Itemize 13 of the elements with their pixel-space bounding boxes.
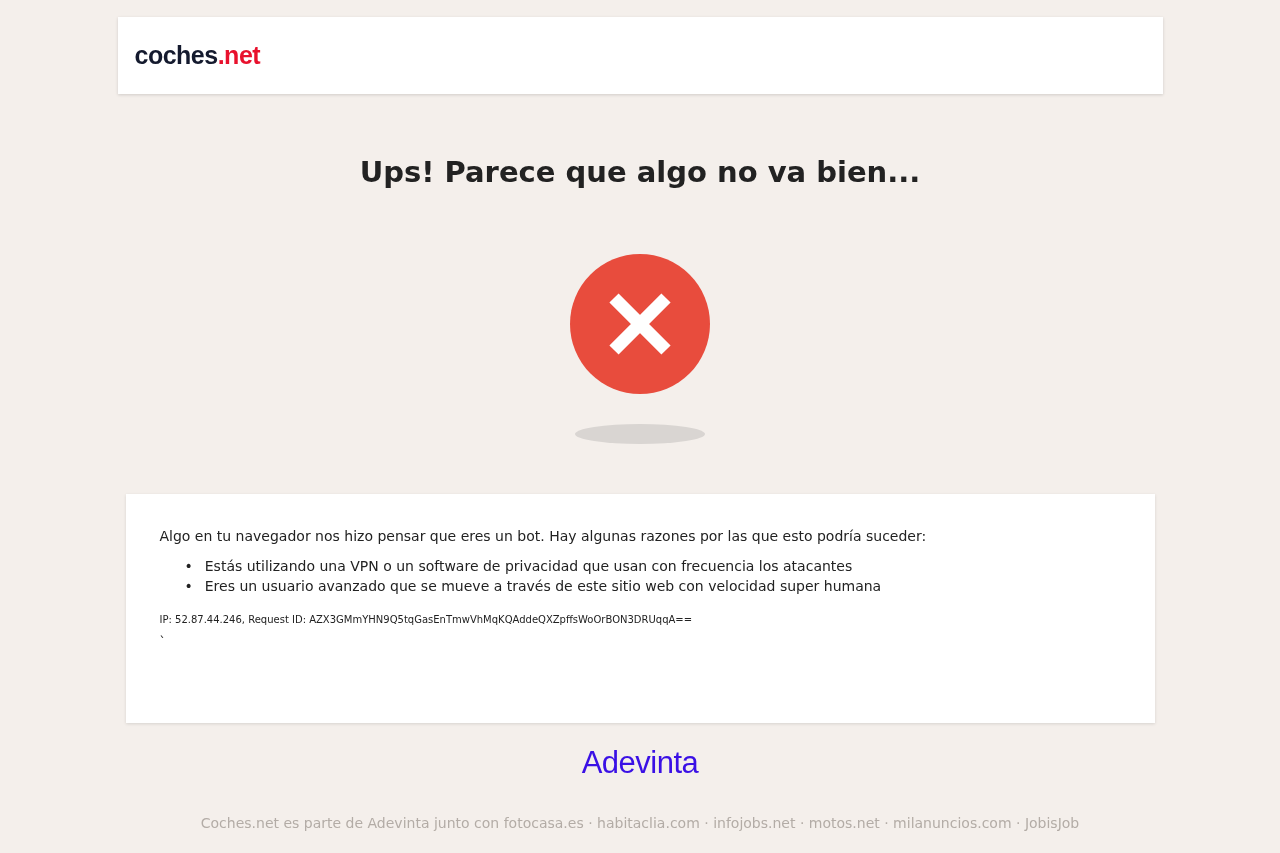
reason-item: Eres un usuario avanzado que se mueve a través de este sitio web con velocidad super humana xyxy=(204,577,882,596)
stray-mark: ` xyxy=(159,635,167,649)
footer-note: Coches.net es parte de Adevinta junto con fotocasa.es · habitaclia.com · infojobs.net · motos.net · milanuncios.com · JobisJob xyxy=(200,815,1080,831)
error-icon xyxy=(570,254,710,394)
intro-text: Algo en tu navegador nos hizo pensar que eres un bot. Hay algunas razones por las que esto podría suceder: xyxy=(159,527,928,546)
brand-logo[interactable]: Adevinta xyxy=(581,745,699,781)
site-logo[interactable]: coches.net xyxy=(134,41,261,70)
shadow-icon xyxy=(575,424,705,444)
reason-item: Estás utilizando una VPN o un software de privacidad que usan con frecuencia los atacantes xyxy=(204,557,853,576)
request-info: IP: 52.87.44.246, Request ID: AZX3GMmYHN9Q5tqGasEnTmwVhMqKQAddeQXZpffsWoOrBON3DRUqqA== xyxy=(159,614,694,625)
bullet-mark: • xyxy=(184,577,193,596)
error-title: Ups! Parece que algo no va bien... xyxy=(359,154,921,190)
bullet-mark: • xyxy=(184,557,193,576)
